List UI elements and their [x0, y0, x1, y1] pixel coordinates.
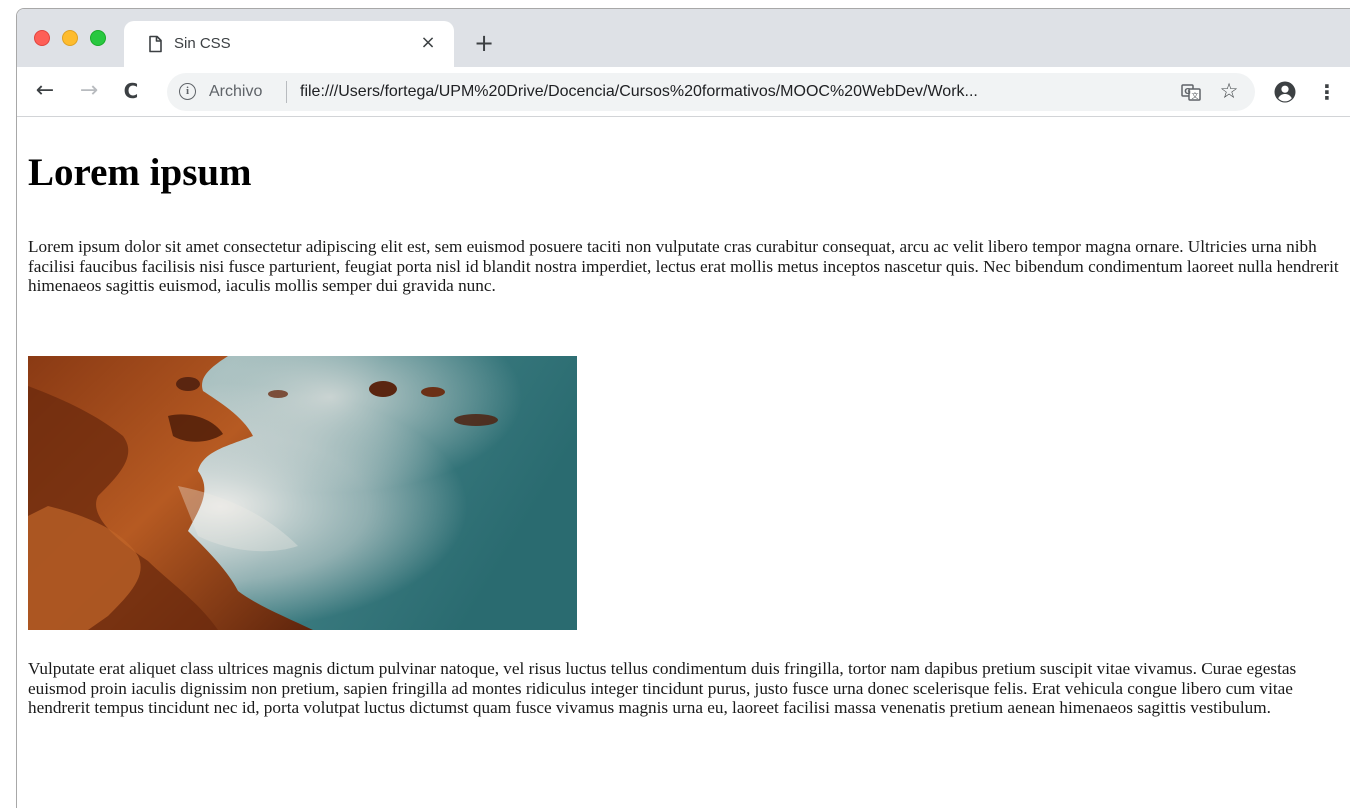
back-button[interactable]: ← [31, 77, 59, 105]
url-text[interactable]: file:///Users/fortega/UPM%20Drive/Docenc… [300, 82, 978, 102]
svg-text:文: 文 [1192, 91, 1199, 100]
svg-text:G: G [1184, 87, 1191, 96]
paragraph-closing: Vulputate erat aliquet class ultrices ma… [28, 659, 1297, 717]
paragraph-intro: Lorem ipsum dolor sit amet consectetur a… [28, 237, 1339, 295]
minimize-window-button[interactable] [62, 30, 78, 46]
info-icon[interactable]: i [179, 83, 196, 100]
coast-photo [28, 356, 577, 630]
reload-button[interactable]: C [117, 77, 145, 105]
tab-active[interactable]: Sin CSS × [124, 21, 454, 67]
title-bar: Sin CSS × + [17, 9, 1350, 67]
translate-icon[interactable]: G 文 [1181, 83, 1201, 101]
scheme-label: Archivo [209, 83, 263, 100]
maximize-window-button[interactable] [90, 30, 106, 46]
forward-button[interactable]: → [75, 77, 103, 105]
menu-icon[interactable]: ⋮ [1317, 79, 1337, 105]
profile-icon[interactable] [1273, 80, 1297, 104]
page-heading: Lorem ipsum [28, 151, 252, 194]
page-content: Lorem ipsum Lorem ipsum dolor sit amet c… [17, 118, 1350, 808]
address-bar[interactable]: i Archivo file:///Users/fortega/UPM%20Dr… [167, 73, 1255, 111]
browser-window: Sin CSS × + ← → C i Archivo file:///User… [16, 8, 1350, 808]
tab-close-icon[interactable]: × [416, 31, 440, 55]
close-window-button[interactable] [34, 30, 50, 46]
address-separator [286, 81, 287, 103]
bookmark-star-icon[interactable]: ☆ [1216, 78, 1242, 104]
new-tab-button[interactable]: + [469, 29, 499, 59]
browser-toolbar: ← → C i Archivo file:///Users/fortega/UP… [17, 67, 1350, 117]
tab-title: Sin CSS [174, 35, 231, 52]
document-icon [149, 35, 162, 53]
